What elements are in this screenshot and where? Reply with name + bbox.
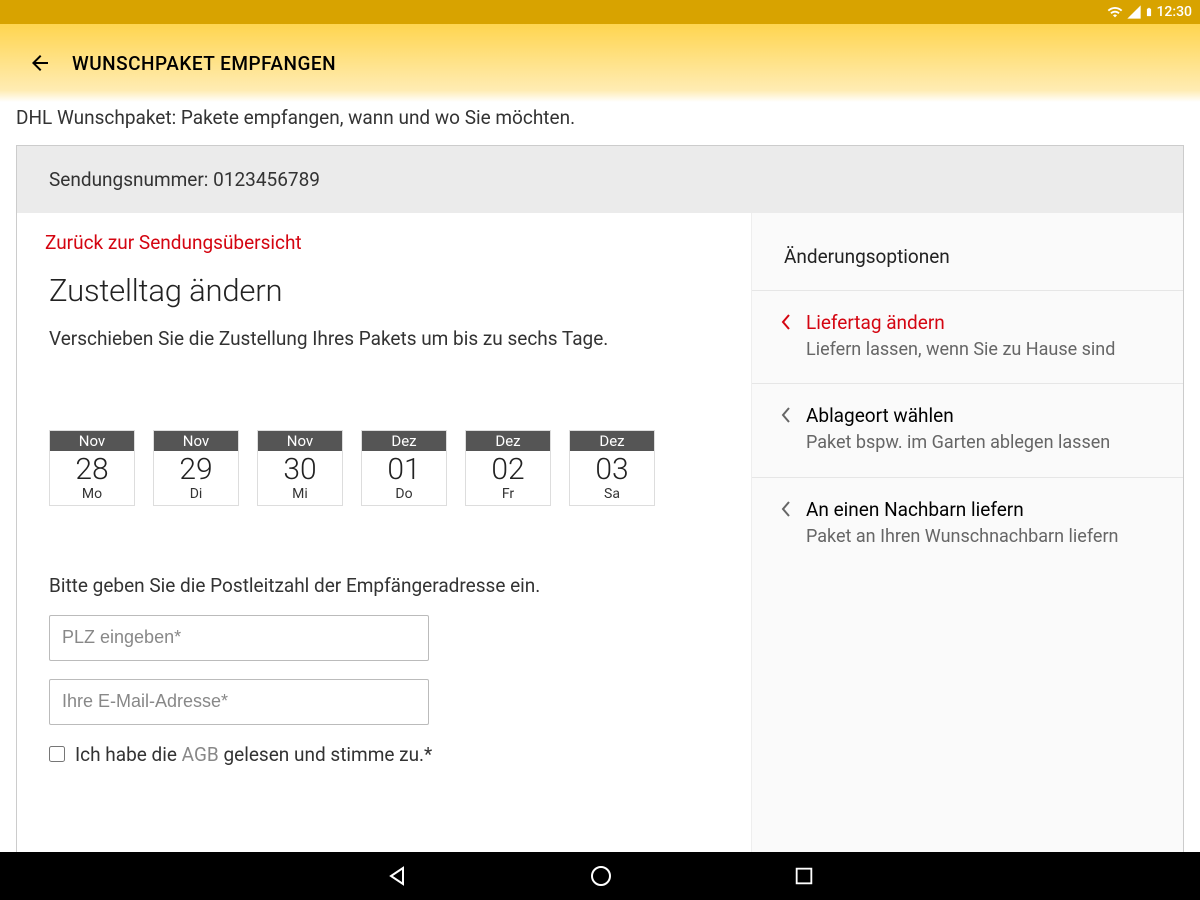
app-bar: WUNSCHPAKET EMPFANGEN [0, 24, 1200, 102]
date-card[interactable]: Dez03Sa [569, 430, 655, 506]
shipment-label: Sendungsnummer: [49, 168, 208, 191]
signal-icon [1126, 4, 1142, 20]
shipment-header: Sendungsnummer: 0123456789 [17, 146, 1183, 213]
date-weekday: Sa [570, 486, 654, 505]
plz-input[interactable] [49, 615, 429, 661]
date-picker-row: Nov28MoNov29DiNov30MiDez01DoDez02FrDez03… [49, 430, 719, 506]
date-month: Nov [258, 431, 342, 451]
option-sub: Paket an Ihren Wunschnachbarn liefern [806, 525, 1118, 548]
date-weekday: Fr [466, 486, 550, 505]
date-day: 01 [362, 453, 446, 486]
date-day: 30 [258, 453, 342, 486]
shipment-number: 0123456789 [213, 168, 320, 191]
date-weekday: Mi [258, 486, 342, 505]
chevron-left-icon [780, 500, 794, 548]
date-card[interactable]: Nov28Mo [49, 430, 135, 506]
option-sub: Paket bspw. im Garten ablegen lassen [806, 431, 1110, 454]
arrow-left-icon [28, 51, 52, 75]
date-month: Dez [466, 431, 550, 451]
date-card[interactable]: Dez01Do [361, 430, 447, 506]
agb-row: Ich habe die AGB gelesen und stimme zu.* [49, 743, 719, 766]
date-day: 02 [466, 453, 550, 486]
date-month: Nov [154, 431, 238, 451]
agb-checkbox[interactable] [49, 746, 65, 762]
nav-home-icon[interactable] [589, 864, 613, 888]
chevron-left-icon [780, 406, 794, 454]
date-weekday: Mo [50, 486, 134, 505]
app-bar-title: WUNSCHPAKET EMPFANGEN [72, 52, 336, 75]
option-label: Liefertag ändern [806, 311, 1115, 334]
date-month: Nov [50, 431, 134, 451]
option-label: Ablageort wählen [806, 404, 1110, 427]
nav-recent-icon[interactable] [793, 865, 815, 887]
back-to-overview-link[interactable]: Zurück zur Sendungsübersicht [45, 231, 719, 254]
date-weekday: Di [154, 486, 238, 505]
android-nav-bar [0, 852, 1200, 900]
page-description: Verschieben Sie die Zustellung Ihres Pak… [49, 327, 719, 352]
date-month: Dez [570, 431, 654, 451]
date-day: 29 [154, 453, 238, 486]
options-title: Änderungsoptionen [752, 213, 1183, 290]
battery-icon [1144, 4, 1154, 20]
date-card[interactable]: Nov30Mi [257, 430, 343, 506]
content-card: Sendungsnummer: 0123456789 Zurück zur Se… [16, 145, 1184, 863]
clock: 12:30 [1156, 4, 1192, 20]
option-item[interactable]: Liefertag ändern Liefern lassen, wenn Sie… [752, 290, 1183, 383]
option-item[interactable]: An einen Nachbarn liefern Paket an Ihren … [752, 477, 1183, 570]
date-card[interactable]: Nov29Di [153, 430, 239, 506]
page-heading: Zustelltag ändern [49, 272, 719, 309]
date-month: Dez [362, 431, 446, 451]
android-status-bar: 12:30 [0, 0, 1200, 24]
options-sidebar: Änderungsoptionen Liefertag ändernLiefer… [751, 213, 1183, 863]
date-weekday: Do [362, 486, 446, 505]
date-day: 03 [570, 453, 654, 486]
agb-link[interactable]: AGB [182, 743, 219, 766]
date-card[interactable]: Dez02Fr [465, 430, 551, 506]
agb-text-suffix: gelesen und stimme zu.* [219, 743, 432, 766]
main-column: Zurück zur Sendungsübersicht Zustelltag … [17, 213, 751, 863]
email-input[interactable] [49, 679, 429, 725]
chevron-left-icon [780, 313, 794, 361]
back-button[interactable] [16, 39, 64, 87]
wifi-icon [1106, 4, 1124, 20]
plz-prompt: Bitte geben Sie die Postleitzahl der Emp… [49, 574, 719, 597]
nav-back-icon[interactable] [385, 864, 409, 888]
option-item[interactable]: Ablageort wählen Paket bspw. im Garten ab… [752, 383, 1183, 476]
agb-text-prefix: Ich habe die [75, 743, 182, 766]
option-label: An einen Nachbarn liefern [806, 498, 1118, 521]
page-subtitle: DHL Wunschpaket: Pakete empfangen, wann … [0, 102, 1200, 145]
date-day: 28 [50, 453, 134, 486]
option-sub: Liefern lassen, wenn Sie zu Hause sind [806, 338, 1115, 361]
